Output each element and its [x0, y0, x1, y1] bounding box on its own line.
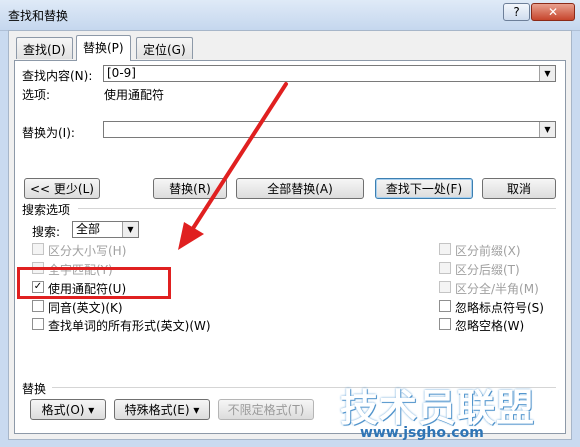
watermark-url: www.jsgho.com	[360, 425, 484, 441]
arrow-head	[178, 222, 204, 250]
arrow-line	[188, 82, 288, 235]
watermark-text: 技术员联盟	[340, 386, 536, 430]
tab-replace[interactable]: 替换(P)	[76, 35, 131, 61]
